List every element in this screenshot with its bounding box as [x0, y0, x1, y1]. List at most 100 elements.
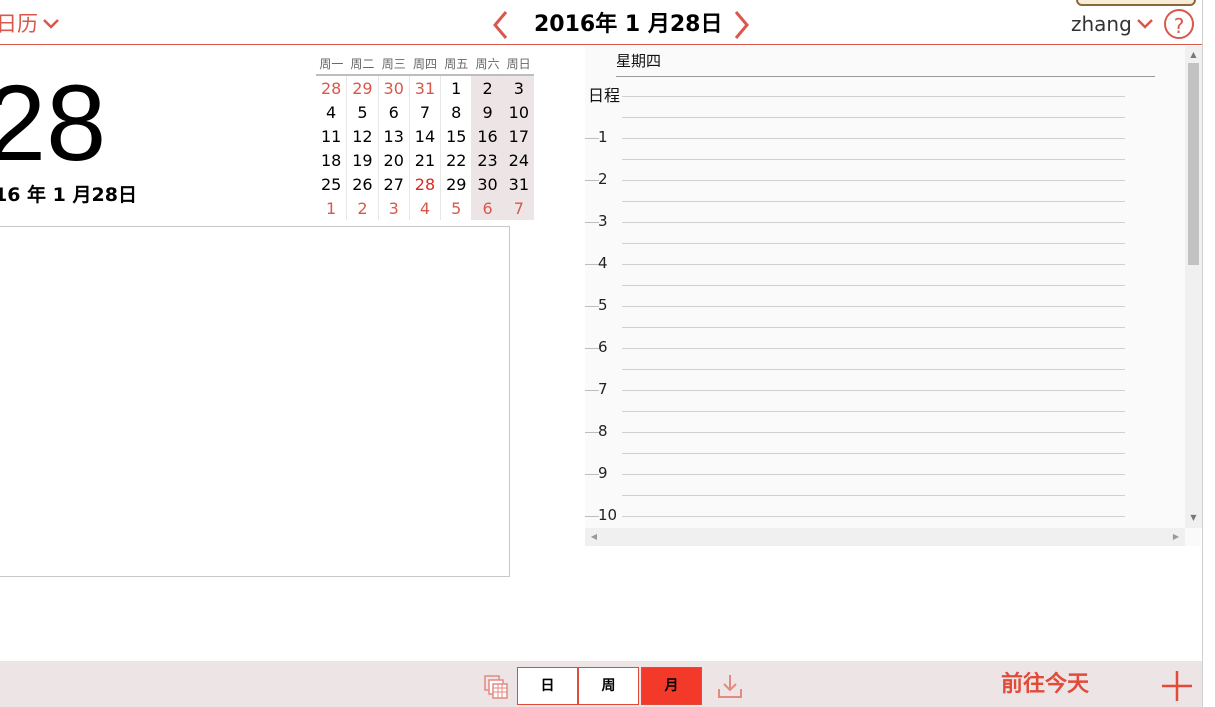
hour-gridline — [622, 117, 1125, 118]
calendar-day[interactable]: 7 — [502, 196, 534, 220]
user-name: zhang — [1071, 12, 1132, 36]
calendar-day[interactable]: 22 — [440, 148, 472, 172]
calendar-day[interactable]: 5 — [440, 196, 472, 220]
calendar-day[interactable]: 3 — [502, 75, 534, 100]
current-date-title: 2016年 1 月28日 — [534, 12, 723, 37]
chevron-down-icon — [43, 19, 59, 29]
hour-gridline — [622, 411, 1125, 412]
hour-gridline — [622, 159, 1125, 160]
calendar-day[interactable]: 23 — [471, 148, 504, 172]
goto-today-button[interactable]: 前往今天 — [1001, 670, 1089, 700]
calendar-day[interactable]: 5 — [346, 100, 379, 124]
calendar-day[interactable]: 13 — [377, 124, 410, 148]
scroll-left-arrow-icon[interactable]: ◀ — [587, 529, 601, 545]
calendar-day[interactable]: 2 — [346, 196, 379, 220]
calendar-day[interactable]: 4 — [316, 100, 347, 124]
calendar-day[interactable]: 31 — [502, 172, 534, 196]
calendar-day[interactable]: 6 — [377, 100, 410, 124]
calendar-day[interactable]: 17 — [502, 124, 534, 148]
vertical-scroll-thumb[interactable] — [1188, 63, 1199, 265]
calendar-stack-icon[interactable] — [484, 675, 508, 699]
chevron-down-icon — [1136, 19, 1153, 29]
download-icon[interactable] — [716, 672, 744, 700]
calendar-day-today[interactable]: 28 — [408, 172, 441, 196]
calendar-day[interactable]: 19 — [346, 148, 379, 172]
day-schedule-panel[interactable] — [585, 46, 1201, 546]
hour-label: 8 — [598, 422, 608, 440]
hour-label: 4 — [598, 254, 608, 272]
hour-gridline — [622, 495, 1125, 496]
full-date-label: 16 年 1 月28日 — [0, 184, 137, 206]
weekday-header: 周六 — [471, 52, 504, 76]
hour-gridline — [622, 516, 1125, 517]
calendar-day[interactable]: 12 — [346, 124, 379, 148]
hour-tick — [585, 138, 599, 139]
calendar-day[interactable]: 27 — [377, 172, 410, 196]
calendar-day[interactable]: 4 — [408, 196, 441, 220]
hour-gridline — [622, 138, 1125, 139]
calendar-day[interactable]: 16 — [471, 124, 504, 148]
calendar-day[interactable]: 7 — [408, 100, 441, 124]
user-menu-button[interactable]: zhang — [1071, 11, 1154, 37]
calendar-day[interactable]: 26 — [346, 172, 379, 196]
calendar-day[interactable]: 1 — [316, 196, 347, 220]
weekday-header: 周五 — [440, 52, 472, 76]
calendar-day[interactable]: 20 — [377, 148, 410, 172]
calendar-day[interactable]: 29 — [346, 75, 379, 100]
calendar-day[interactable]: 14 — [408, 124, 441, 148]
hour-gridline — [622, 348, 1125, 349]
help-icon[interactable]: ? — [1164, 9, 1194, 39]
hour-gridline — [622, 369, 1125, 370]
calendar-day[interactable]: 24 — [502, 148, 534, 172]
calendar-day[interactable]: 1 — [440, 75, 472, 100]
hour-gridline — [622, 327, 1125, 328]
hour-gridline — [622, 285, 1125, 286]
scroll-down-arrow-icon[interactable]: ▼ — [1186, 510, 1201, 526]
calendar-day[interactable]: 18 — [316, 148, 347, 172]
calendar-day[interactable]: 21 — [408, 148, 441, 172]
calendar-day[interactable]: 2 — [471, 75, 504, 100]
hour-gridline — [622, 243, 1125, 244]
hour-label: 6 — [598, 338, 608, 356]
calendar-day[interactable]: 30 — [471, 172, 504, 196]
hour-gridline — [622, 432, 1125, 433]
previous-day-button[interactable] — [486, 8, 516, 42]
calendar-day[interactable]: 30 — [377, 75, 410, 100]
hour-tick — [585, 516, 599, 517]
weekday-header: 周一 — [316, 52, 347, 76]
calendar-day[interactable]: 8 — [440, 100, 472, 124]
view-day-tab[interactable]: 日 — [517, 667, 578, 705]
calendar-day[interactable]: 28 — [316, 75, 347, 100]
corner-decoration — [1076, 0, 1196, 6]
window-divider — [1202, 0, 1203, 707]
horizontal-scrollbar[interactable] — [585, 528, 1185, 546]
scroll-up-arrow-icon[interactable]: ▲ — [1186, 47, 1201, 63]
add-event-icon[interactable] — [1160, 669, 1194, 703]
calendar-day[interactable]: 31 — [408, 75, 441, 100]
calendar-day[interactable]: 11 — [316, 124, 347, 148]
calendar-day[interactable]: 29 — [440, 172, 472, 196]
hour-gridline — [622, 96, 1125, 97]
calendar-day[interactable]: 25 — [316, 172, 347, 196]
hour-tick — [585, 180, 599, 181]
schedule-label: 日程 — [588, 86, 621, 105]
calendar-menu-button[interactable]: 日历 — [0, 11, 60, 37]
next-day-button[interactable] — [726, 8, 756, 42]
weekday-header: 周四 — [409, 52, 441, 76]
hour-tick — [585, 432, 599, 433]
scroll-right-arrow-icon[interactable]: ▶ — [1169, 529, 1183, 545]
big-day-number: 28 — [0, 62, 107, 183]
calendar-day[interactable]: 9 — [471, 100, 504, 124]
hour-gridline — [622, 306, 1125, 307]
calendar-day[interactable]: 15 — [440, 124, 472, 148]
hour-tick — [585, 348, 599, 349]
calendar-day[interactable]: 3 — [377, 196, 410, 220]
hour-gridline — [622, 180, 1125, 181]
calendar-day[interactable]: 6 — [471, 196, 504, 220]
notes-area[interactable] — [0, 226, 510, 577]
calendar-day[interactable]: 10 — [502, 100, 534, 124]
hour-label: 7 — [598, 380, 608, 398]
view-month-tab[interactable]: 月 — [641, 667, 702, 705]
view-week-tab[interactable]: 周 — [578, 667, 639, 705]
chevron-right-icon — [734, 11, 749, 39]
